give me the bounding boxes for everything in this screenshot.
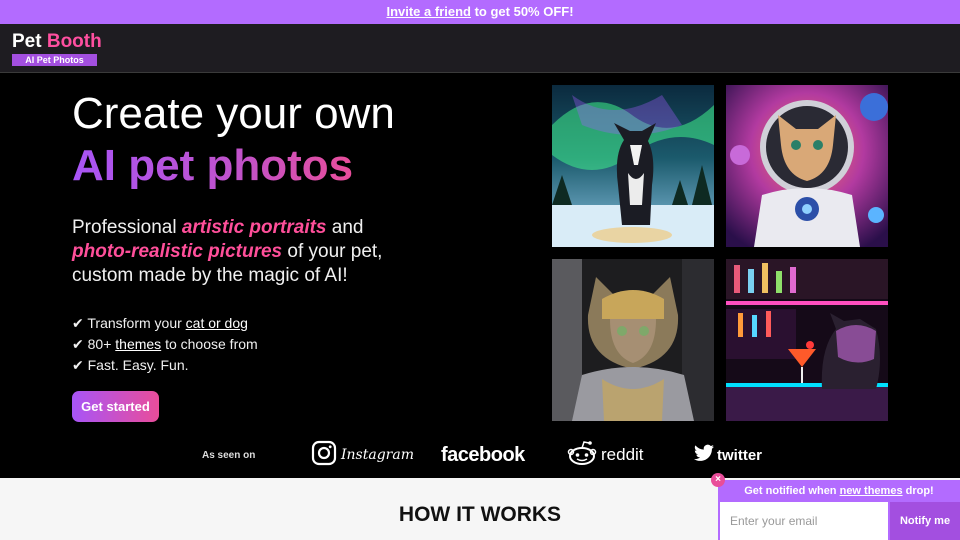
notify-me-button[interactable]: Notify me (890, 502, 960, 540)
logo-subtitle: AI Pet Photos (12, 54, 97, 66)
notify-popup: × Get notified when new themes drop! Not… (711, 473, 960, 540)
as-seen-on-label: As seen on (202, 450, 256, 461)
cat-or-dog-link[interactable]: cat or dog (186, 315, 248, 331)
desc-text: Professional (72, 217, 182, 238)
navbar: Pet Booth AI Pet Photos (0, 24, 960, 73)
instagram-icon (311, 440, 337, 471)
facebook-wordmark: facebook (441, 443, 525, 466)
check-icon: ✔ (72, 315, 84, 331)
twitter-icon (694, 444, 714, 467)
hero-title-line2: AI pet photos (72, 141, 354, 190)
hero-title-line1: Create your own (72, 89, 395, 138)
promo-text: to get 50% OFF! (470, 4, 574, 19)
logo-wordmark: Pet Booth (12, 32, 102, 52)
desc-highlight-realistic: photo-realistic pictures (72, 241, 283, 262)
promo-banner: Invite a friend to get 50% OFF! (0, 0, 960, 24)
reddit-logo: reddit (567, 440, 644, 470)
dog-bar-photo (726, 259, 888, 421)
get-started-button[interactable]: Get started (72, 391, 159, 422)
twitter-wordmark: twitter (717, 446, 762, 464)
reddit-icon (567, 440, 597, 471)
feature-item: ✔ 80+ themes to choose from (72, 334, 258, 355)
logo-word-booth: Booth (46, 31, 102, 52)
invite-friend-link[interactable]: Invite a friend (386, 4, 471, 19)
desc-highlight-artistic: artistic portraits (181, 217, 327, 238)
feature-list: ✔ Transform your cat or dog ✔ 80+ themes… (72, 313, 258, 376)
desc-text: and (326, 217, 364, 238)
logo-word-pet: Pet (12, 31, 42, 52)
check-icon: ✔ (72, 357, 84, 373)
twitter-logo: twitter (694, 440, 762, 470)
notify-text: drop! (902, 485, 934, 497)
reddit-wordmark: reddit (601, 445, 644, 464)
notify-message: Get notified when new themes drop! (718, 485, 960, 497)
feature-text: 80+ (83, 336, 116, 352)
feature-item: ✔ Transform your cat or dog (72, 313, 258, 334)
check-icon: ✔ (72, 336, 84, 352)
hero-title: Create your own AI pet photos (72, 88, 395, 192)
feature-text: Transform your (83, 315, 186, 331)
cat-astronaut-photo (726, 85, 888, 247)
cat-knight-photo (552, 259, 714, 421)
dog-aurora-photo (552, 85, 714, 247)
instagram-logo: Instagram (311, 440, 414, 470)
themes-link[interactable]: themes (115, 336, 161, 352)
instagram-wordmark: Instagram (341, 447, 414, 463)
feature-text: Fast. Easy. Fun. (83, 357, 189, 373)
logo[interactable]: Pet Booth AI Pet Photos (12, 32, 102, 66)
email-input[interactable] (720, 502, 888, 540)
hero-description: Professional artistic portraits and phot… (72, 216, 412, 288)
notify-text: Get notified when (744, 485, 840, 497)
new-themes-link[interactable]: new themes (840, 485, 903, 497)
feature-item: ✔ Fast. Easy. Fun. (72, 355, 258, 376)
feature-text: to choose from (161, 336, 258, 352)
